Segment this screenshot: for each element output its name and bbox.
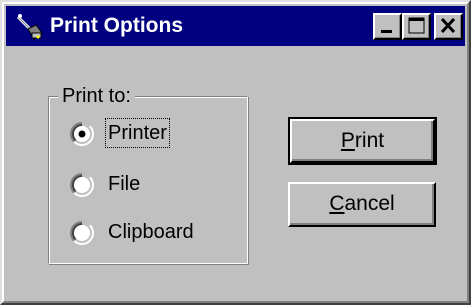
printer-wand-icon (14, 11, 46, 43)
radio-clipboard-label[interactable]: Clipboard (106, 218, 196, 246)
radio-file-label[interactable]: File (106, 170, 142, 198)
title-bar[interactable]: Print Options (6, 6, 465, 46)
maximize-button[interactable] (402, 13, 431, 40)
cancel-label-rest: ancel (344, 192, 395, 215)
window-title: Print Options (50, 14, 183, 37)
print-mnemonic: P (340, 129, 355, 152)
radio-unselected-icon[interactable] (70, 173, 94, 197)
print-options-window: Print Options Print to: Printer File Cli… (0, 0, 471, 305)
print-label-rest: rint (354, 129, 385, 152)
close-button[interactable] (434, 13, 463, 40)
maximize-icon (408, 17, 425, 34)
radio-unselected-icon[interactable] (70, 221, 94, 245)
cancel-mnemonic: C (329, 192, 345, 215)
minimize-icon (381, 30, 392, 33)
print-button-label: Print (292, 121, 433, 161)
radio-selected-icon[interactable] (70, 122, 94, 146)
cancel-button-label: Cancel (290, 184, 434, 224)
print-to-label: Print to: (58, 84, 135, 108)
print-button[interactable]: Print (288, 117, 437, 165)
close-icon (440, 17, 456, 34)
minimize-button[interactable] (373, 13, 402, 40)
radio-printer-label[interactable]: Printer (105, 118, 170, 148)
cancel-button[interactable]: Cancel (288, 182, 436, 227)
